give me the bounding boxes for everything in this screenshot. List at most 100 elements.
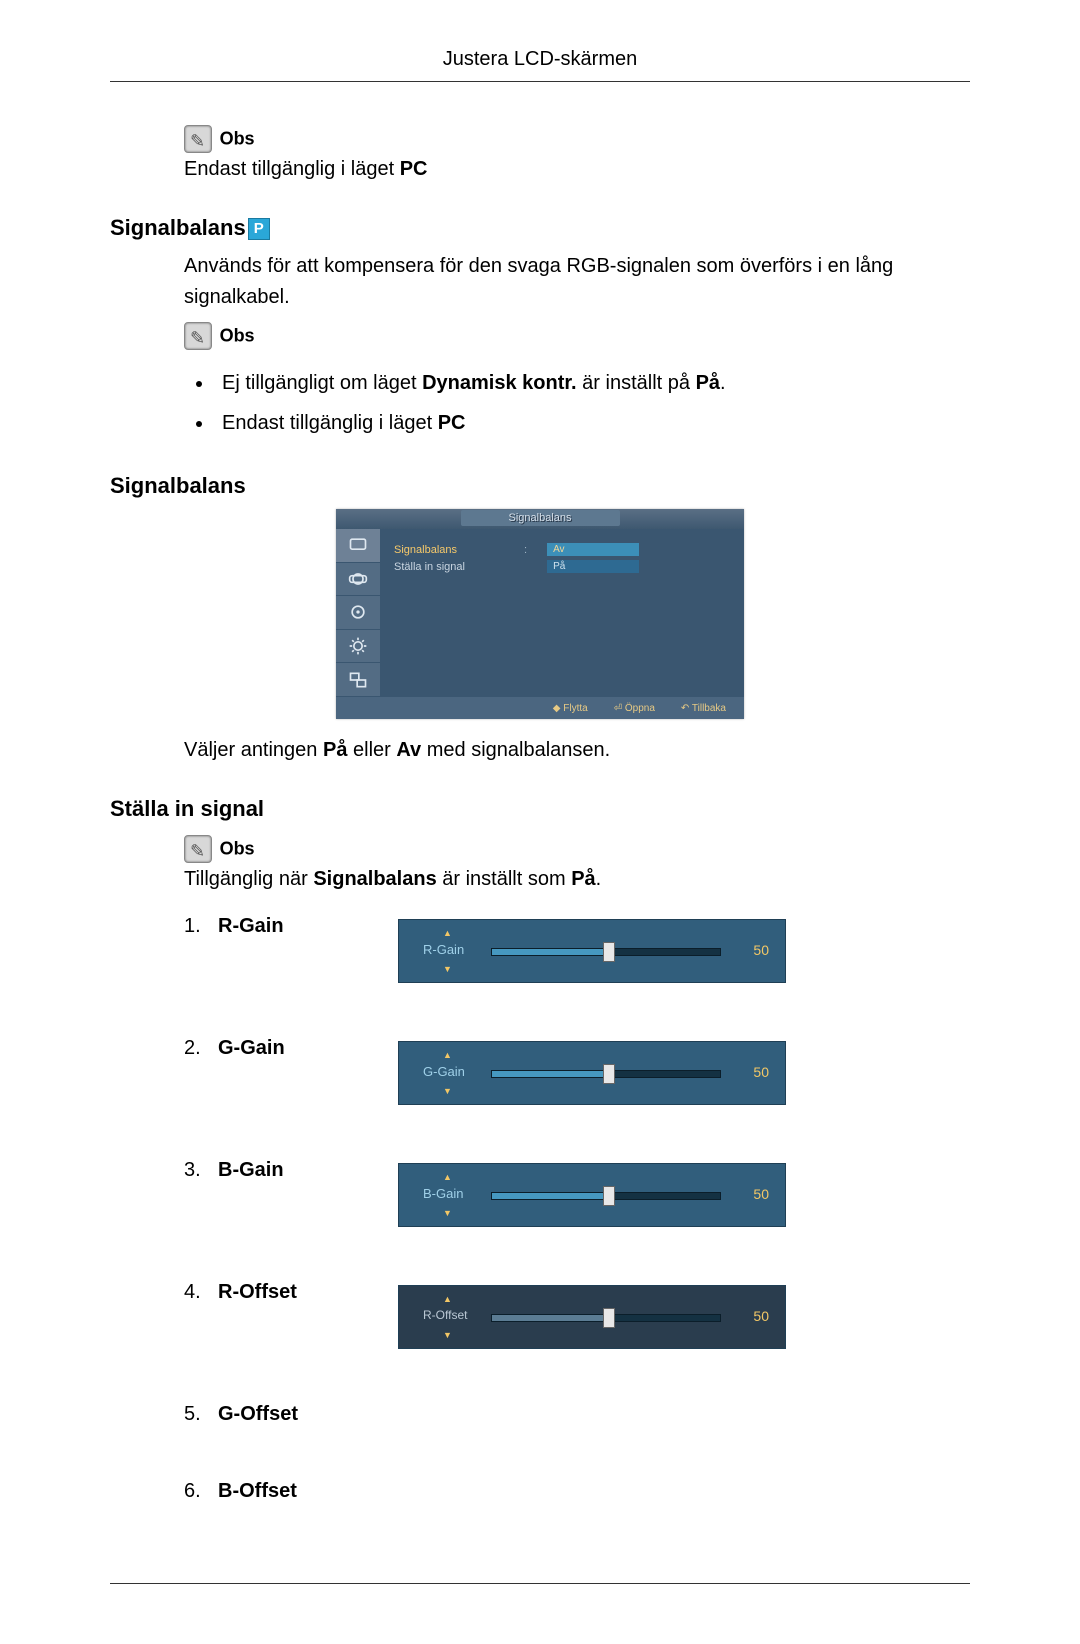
text: Väljer antingen [184,739,323,761]
note-icon [184,125,212,153]
slider-value: 50 [753,1186,769,1202]
text: Tillgänglig när [184,868,313,890]
note-label: Obs [220,128,255,148]
bullet-item: Endast tillgänglig i läget PC [214,403,970,443]
section2-bullets: Ej tillgängligt om läget Dynamisk kontr.… [184,363,970,443]
text: . [596,868,602,890]
slider-label: G-Gain [423,1064,465,1079]
osd-option-pa: På [547,560,639,573]
osd-tab-setup-icon [336,630,380,664]
osd-hint-back: ↶ Tillbaka [681,703,726,714]
section2-intro: Används för att kompensera för den svaga… [184,251,970,313]
gain-offset-list: 1.R-Gain▲▼R-Gain502.G-Gain▲▼G-Gain503.B-… [184,915,970,1503]
note-block-3: Obs [184,832,970,864]
text: är inställt som [437,868,571,890]
osd-sidebar [336,529,380,697]
osd-footer: ◆ Flytta ⏎ Öppna ↶ Tillbaka [336,697,744,719]
text: är inställt på [577,372,696,394]
item-number: 2. [184,1037,218,1060]
slider-screenshot: ▲ ▼ B-Gain 50 [398,1163,786,1227]
note-icon [184,835,212,863]
item-number: 4. [184,1281,218,1304]
text-bold: Av [396,739,421,761]
osd-tab-audio-icon [336,596,380,630]
item-number: 6. [184,1480,218,1503]
heading-text: Signalbalans [110,215,246,240]
arrow-down-icon: ▼ [443,1086,452,1096]
list-item: 4.R-Offset▲▼R-Offset50 [184,1281,970,1349]
note-label: Obs [220,325,255,345]
slider-handle [603,1308,615,1328]
item-number: 1. [184,915,218,938]
item-name: R-Offset [218,1281,358,1304]
list-item: 6.B-Offset [184,1480,970,1503]
section-heading-signalbalans: Signalbalans [110,473,970,499]
slider-screenshot: ▲▼R-Gain50 [398,919,786,983]
text-bold: På [696,372,720,394]
slider-screenshot: ▲ ▼ G-Gain 50 [398,1041,786,1105]
osd-menu-screenshot: Signalbalans Signalbalans : Av Ställa in… [336,509,744,719]
list-item: 3.B-Gain▲▼B-Gain50 [184,1159,970,1227]
slider-value: 50 [753,942,769,958]
text-bold: Signalbalans [313,868,436,890]
text-bold: På [571,868,595,890]
footer-divider [110,1583,970,1584]
list-item: 1.R-Gain▲▼R-Gain50 [184,915,970,983]
osd-tab-input-icon [336,563,380,597]
item-name: B-Gain [218,1159,358,1182]
note-block-2: Obs [184,319,970,351]
slider-label: R-Offset [423,1308,467,1322]
item-name: G-Gain [218,1037,358,1060]
text: Endast tillgänglig i läget [222,412,438,434]
osd-tab-picture-icon [336,529,380,563]
text-bold: På [323,739,347,761]
section4-note: Tillgänglig när Signalbalans är inställt… [184,864,970,895]
slider-label: B-Gain [423,1186,463,1201]
osd-row-label: Signalbalans [394,544,504,556]
osd-title: Signalbalans [461,510,620,526]
p-badge-icon: P [248,218,270,240]
text: . [720,372,726,394]
list-item: 5.G-Offset [184,1403,970,1426]
slider-handle [603,1186,615,1206]
arrow-up-icon: ▲ [443,1294,452,1304]
osd-row-label: Ställa in signal [394,561,504,573]
osd-body: Signalbalans : Av Ställa in signal : På [380,529,744,697]
arrow-down-icon: ▼ [443,1330,452,1340]
page-header: Justera LCD-skärmen [110,48,970,71]
osd-option-av: Av [547,543,639,556]
text-bold: PC [438,412,466,434]
header-divider [110,81,970,82]
item-number: 3. [184,1159,218,1182]
list-item: 2.G-Gain▲▼G-Gain50 [184,1037,970,1105]
item-name: B-Offset [218,1480,297,1503]
text-bold: Dynamisk kontr. [422,372,577,394]
section3-caption: Väljer antingen På eller Av med signalba… [184,735,970,766]
arrow-up-icon: ▲ [443,1172,452,1182]
osd-hint-move: ◆ Flytta [553,703,588,714]
slider-value: 50 [753,1308,769,1324]
osd-tab-multi-icon [336,663,380,697]
text: Endast tillgänglig i läget [184,158,400,180]
slider-handle [603,942,615,962]
note-text-1: Endast tillgänglig i läget PC [184,154,970,185]
arrow-down-icon: ▼ [443,964,452,974]
bullet-item: Ej tillgängligt om läget Dynamisk kontr.… [214,363,970,403]
arrow-up-icon: ▲ [443,1050,452,1060]
arrow-down-icon: ▼ [443,1208,452,1218]
section-heading-stalla-in-signal: Ställa in signal [110,796,970,822]
text: Ej tillgängligt om läget [222,372,422,394]
osd-hint-open: ⏎ Öppna [614,703,655,714]
text-bold: PC [400,158,428,180]
note-icon [184,322,212,350]
osd-titlebar: Signalbalans [336,509,744,529]
item-name: R-Gain [218,915,358,938]
slider-value: 50 [753,1064,769,1080]
arrow-up-icon: ▲ [443,928,452,938]
slider-screenshot: ▲ ▼ R-Offset 50 [398,1285,786,1349]
text: eller [347,739,396,761]
item-name: G-Offset [218,1403,298,1426]
note-label: Obs [220,838,255,858]
item-number: 5. [184,1403,218,1426]
slider-handle [603,1064,615,1084]
